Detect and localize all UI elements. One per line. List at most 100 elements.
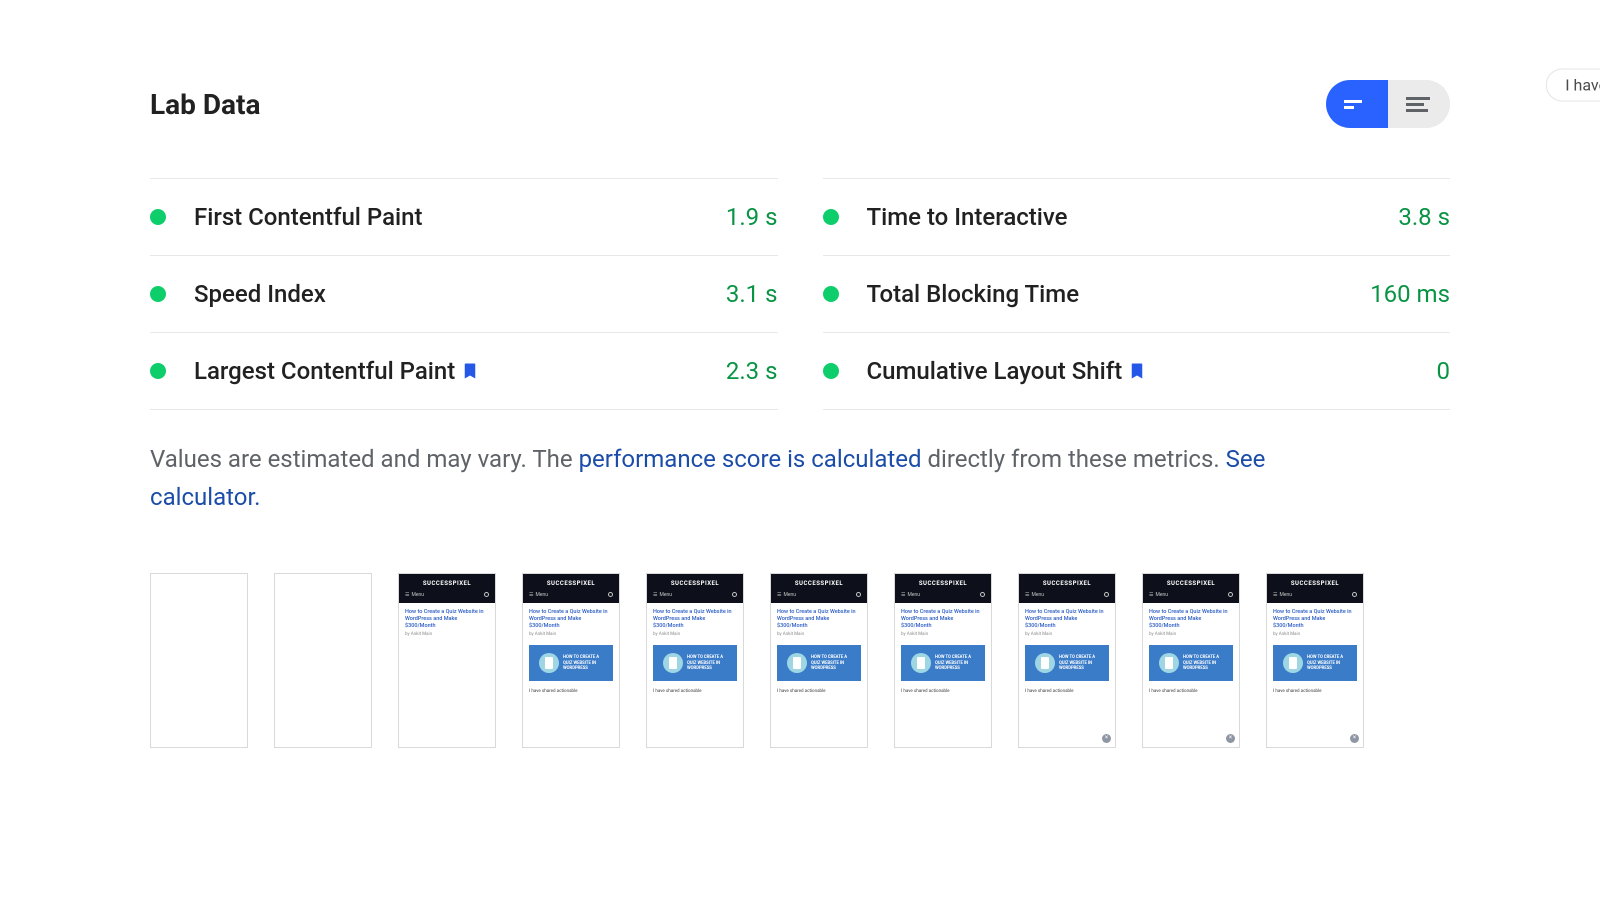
frame-caption: I have shared actionable <box>901 689 985 694</box>
hero-text: HOW TO CREATE A QUIZ WEBSITE IN WORDPRES… <box>1183 655 1223 671</box>
hamburger-icon: ☰ Menu <box>1149 592 1168 598</box>
close-icon: × <box>1350 734 1359 743</box>
frame-hero: HOW TO CREATE A QUIZ WEBSITE IN WORDPRES… <box>901 645 985 681</box>
metric-value: 160 ms <box>1370 280 1450 308</box>
hero-device-icon <box>787 653 807 673</box>
frame-title: How to Create a Quiz Website in WordPres… <box>777 609 861 630</box>
filmstrip-frame[interactable]: SUCCESSPIXEL☰ MenuHow to Create a Quiz W… <box>522 573 620 748</box>
frame-brand: SUCCESSPIXEL <box>647 574 743 590</box>
frame-body: How to Create a Quiz Website in WordPres… <box>771 603 867 747</box>
metric-label-text: Total Blocking Time <box>867 280 1080 308</box>
metric-label: Total Blocking Time <box>867 280 1080 308</box>
frame-byline: by Ankit Main <box>529 632 613 637</box>
filmstrip-frame[interactable]: SUCCESSPIXEL☰ MenuHow to Create a Quiz W… <box>1266 573 1364 748</box>
perf-score-link[interactable]: performance score is calculated <box>579 445 922 473</box>
filmstrip-frame[interactable]: SUCCESSPIXEL☰ MenuHow to Create a Quiz W… <box>1018 573 1116 748</box>
frame-byline: by Ankit Main <box>1025 632 1109 637</box>
section-header: Lab Data <box>150 80 1450 128</box>
frame-brand: SUCCESSPIXEL <box>1143 574 1239 590</box>
hamburger-icon: ☰ Menu <box>1025 592 1044 598</box>
filmstrip-frame[interactable]: SUCCESSPIXEL☰ Menu How to Create a Quiz W… <box>646 573 744 748</box>
metric-label: Cumulative Layout Shift <box>867 357 1147 385</box>
filmstrip-frame[interactable]: SUCCESSPIXEL ☰ Menu How to Create a Quiz W… <box>770 573 868 748</box>
hamburger-icon: ☰ Menu <box>1273 592 1292 598</box>
frame-hero: HOW TO CREATE A QUIZ WEBSITE IN WORDPRES… <box>653 645 737 681</box>
filmstrip-frame[interactable] <box>150 573 248 748</box>
frame-body: How to Create a Quiz Website in WordPres… <box>1267 603 1363 747</box>
close-icon: × <box>1226 734 1235 743</box>
metric-label: Time to Interactive <box>867 203 1068 231</box>
metric-value: 1.9 s <box>726 203 778 231</box>
search-icon <box>732 592 737 597</box>
metric-row[interactable]: First Contentful Paint1.9 s <box>150 178 778 255</box>
frame-byline: by Ankit Main <box>405 632 489 637</box>
partial-share-label: I have sha <box>1565 75 1600 94</box>
hero-text: HOW TO CREATE A QUIZ WEBSITE IN WORDPRES… <box>1307 655 1347 671</box>
frame-body: How to Create a Quiz Website in WordPres… <box>523 603 619 747</box>
bookmark-icon <box>461 360 479 382</box>
search-icon <box>608 592 613 597</box>
hero-device-icon <box>1035 653 1055 673</box>
view-expanded-button[interactable] <box>1388 80 1450 128</box>
frame-body: How to Create a Quiz Website in WordPres… <box>647 603 743 747</box>
metric-row[interactable]: Cumulative Layout Shift 0 <box>823 332 1451 410</box>
frame-title: How to Create a Quiz Website in WordPres… <box>405 609 489 630</box>
condensed-icon <box>1344 97 1370 111</box>
frame-nav: ☰ Menu <box>647 590 743 603</box>
partial-share-button[interactable]: I have sha <box>1546 68 1600 101</box>
frame-brand: SUCCESSPIXEL <box>523 574 619 590</box>
metric-label-text: Time to Interactive <box>867 203 1068 231</box>
status-dot-icon <box>150 363 166 379</box>
metric-label-text: Largest Contentful Paint <box>194 357 455 385</box>
frame-body: How to Create a Quiz Website in WordPres… <box>1019 603 1115 747</box>
metric-row[interactable]: Speed Index 3.1 s <box>150 255 778 332</box>
metric-row[interactable]: Time to Interactive 3.8 s <box>823 178 1451 255</box>
frame-hero: HOW TO CREATE A QUIZ WEBSITE IN WORDPRES… <box>1025 645 1109 681</box>
frame-hero: HOW TO CREATE A QUIZ WEBSITE IN WORDPRES… <box>777 645 861 681</box>
close-icon: × <box>1102 734 1111 743</box>
frame-caption: I have shared actionable <box>653 689 737 694</box>
metrics-col-right: Time to Interactive 3.8 s Total Blocking T… <box>823 178 1451 410</box>
view-condensed-button[interactable] <box>1326 80 1388 128</box>
frame-caption: I have shared actionable <box>529 689 613 694</box>
filmstrip: SUCCESSPIXEL☰ MenuHow to Create a Quiz W… <box>150 573 1450 748</box>
filmstrip-frame[interactable]: SUCCESSPIXEL☰ MenuHow to Create a Quiz W… <box>398 573 496 748</box>
metric-label-text: Speed Index <box>194 280 326 308</box>
filmstrip-frame[interactable]: SUCCESSPIXEL ☰ Menu How to Create a Quiz W… <box>1142 573 1240 748</box>
footnote-mid: directly from these metrics. <box>927 445 1225 473</box>
frame-nav: ☰ Menu <box>771 590 867 603</box>
metric-value: 2.3 s <box>726 357 778 385</box>
filmstrip-frame[interactable]: SUCCESSPIXEL☰ MenuHow to Create a Quiz W… <box>894 573 992 748</box>
status-dot-icon <box>150 209 166 225</box>
hero-device-icon <box>1159 653 1179 673</box>
metric-value: 0 <box>1437 357 1451 385</box>
hero-text: HOW TO CREATE A QUIZ WEBSITE IN WORDPRES… <box>563 655 603 671</box>
footnote: Values are estimated and may vary. The p… <box>150 440 1300 517</box>
frame-hero: HOW TO CREATE A QUIZ WEBSITE IN WORDPRES… <box>1149 645 1233 681</box>
filmstrip-frame[interactable] <box>274 573 372 748</box>
search-icon <box>484 592 489 597</box>
status-dot-icon <box>823 286 839 302</box>
frame-caption: I have shared actionable <box>1025 689 1109 694</box>
search-icon <box>1228 592 1233 597</box>
frame-brand: SUCCESSPIXEL <box>771 574 867 590</box>
frame-title: How to Create a Quiz Website in WordPres… <box>1273 609 1357 630</box>
metric-value: 3.1 s <box>726 280 778 308</box>
hamburger-icon: ☰ Menu <box>777 592 796 598</box>
hero-text: HOW TO CREATE A QUIZ WEBSITE IN WORDPRES… <box>1059 655 1099 671</box>
frame-nav: ☰ Menu <box>1267 590 1363 603</box>
metric-row[interactable]: Total Blocking Time 160 ms <box>823 255 1451 332</box>
hero-device-icon <box>663 653 683 673</box>
metric-row[interactable]: Largest Contentful Paint 2.3 s <box>150 332 778 410</box>
frame-hero: HOW TO CREATE A QUIZ WEBSITE IN WORDPRES… <box>529 645 613 681</box>
metric-value: 3.8 s <box>1398 203 1450 231</box>
frame-title: How to Create a Quiz Website in WordPres… <box>1149 609 1233 630</box>
frame-title: How to Create a Quiz Website in WordPres… <box>653 609 737 630</box>
hero-text: HOW TO CREATE A QUIZ WEBSITE IN WORDPRES… <box>811 655 851 671</box>
status-dot-icon <box>150 286 166 302</box>
status-dot-icon <box>823 209 839 225</box>
frame-byline: by Ankit Main <box>653 632 737 637</box>
hero-device-icon <box>1283 653 1303 673</box>
metrics-grid: First Contentful Paint1.9 s Speed Index 3.… <box>150 178 1450 410</box>
frame-byline: by Ankit Main <box>1149 632 1233 637</box>
